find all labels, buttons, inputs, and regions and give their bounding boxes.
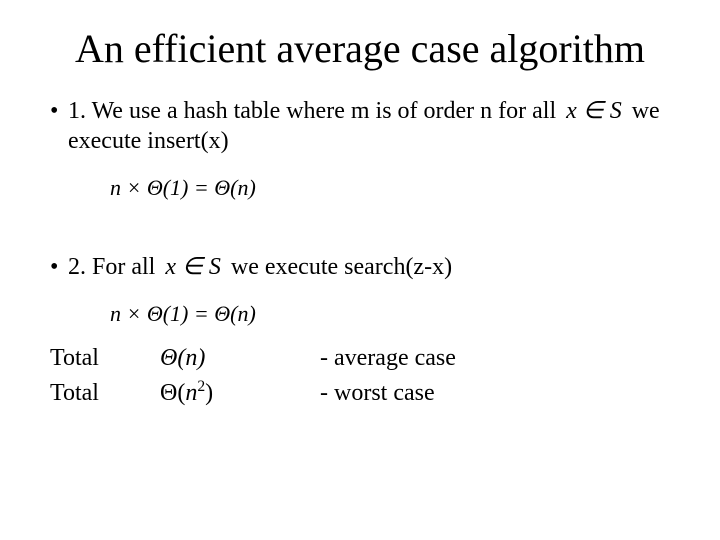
bullet-2-post: we execute search(z-x) [225, 254, 452, 280]
bullet-1-text: 1. We use a hash table where m is of ord… [68, 96, 670, 156]
theta-open: Θ( [160, 380, 185, 406]
bullet-2-pre: 2. For all [68, 254, 161, 280]
spacer [50, 288, 670, 296]
formula-2: n × Θ(1) = Θ(n) [110, 300, 670, 328]
bullet-2-math: x ∈ S [161, 254, 225, 280]
bullet-2: • 2. For all x ∈ S we execute search(z-x… [50, 252, 670, 282]
total-label: Total [50, 343, 160, 373]
bullet-1-pre: 1. We use a hash table where m is of ord… [68, 98, 562, 124]
bullet-1: • 1. We use a hash table where m is of o… [50, 96, 670, 156]
total-row-2: Total Θ(n2) - worst case [50, 377, 670, 408]
theta-exp: 2 [197, 378, 205, 395]
slide-body: • 1. We use a hash table where m is of o… [50, 96, 670, 408]
slide-title: An efficient average case algorithm [50, 26, 670, 72]
total-label: Total [50, 378, 160, 408]
total-desc-1: - average case [280, 343, 670, 373]
spacer [50, 218, 670, 246]
slide: An efficient average case algorithm • 1.… [0, 0, 720, 540]
bullet-icon: • [50, 252, 68, 280]
total-theta-1: Θ(n) [160, 343, 280, 373]
total-desc-2: - worst case [280, 378, 670, 408]
theta-close: ) [205, 380, 213, 406]
spacer [50, 162, 670, 170]
bullet-1-math: x ∈ S [562, 98, 626, 124]
bullet-2-text: 2. For all x ∈ S we execute search(z-x) [68, 252, 670, 282]
bullet-icon: • [50, 96, 68, 124]
total-theta-2: Θ(n2) [160, 377, 280, 408]
totals: Total Θ(n) - average case Total Θ(n2) - … [50, 343, 670, 408]
theta-n: n [185, 380, 197, 406]
formula-1: n × Θ(1) = Θ(n) [110, 174, 670, 202]
total-row-1: Total Θ(n) - average case [50, 343, 670, 373]
